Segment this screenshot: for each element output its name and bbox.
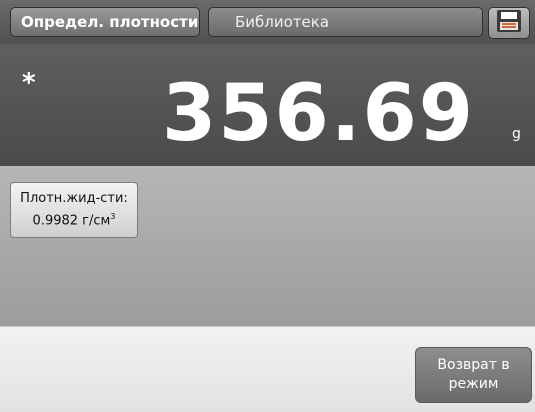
liquid-density-value-line: 0.9982 г/см3 — [33, 208, 116, 230]
tab-library-label: Библиотека — [235, 13, 330, 31]
tab-library[interactable]: Библиотека — [208, 7, 483, 37]
liquid-density-value: 0.9982 г/см — [32, 213, 111, 229]
tab-density-determination[interactable]: Определ. плотности — [10, 7, 200, 37]
liquid-density-button[interactable]: Плотн.жид-сти: 0.9982 г/см3 — [10, 182, 138, 238]
stability-indicator: * — [22, 68, 36, 98]
save-button[interactable] — [488, 7, 530, 39]
liquid-density-label: Плотн.жид-сти: — [20, 190, 128, 206]
weight-unit: g — [512, 126, 521, 142]
save-icon — [496, 9, 522, 37]
application-area: Плотн.жид-сти: 0.9982 г/см3 — [0, 166, 535, 326]
weighing-display: * 356.69 g — [0, 44, 535, 166]
return-to-mode-button[interactable]: Возврат в режим — [415, 347, 532, 403]
bottom-bar: Возврат в режим — [0, 326, 535, 412]
weight-value: 356.69 — [162, 69, 475, 159]
return-label-line1: Возврат в — [437, 357, 510, 373]
tab-density-determination-label: Определ. плотности — [21, 13, 199, 31]
return-label-line2: режим — [448, 376, 499, 392]
top-bar: Определ. плотности Библиотека — [0, 0, 535, 44]
liquid-density-unit-superscript: 3 — [110, 211, 116, 221]
